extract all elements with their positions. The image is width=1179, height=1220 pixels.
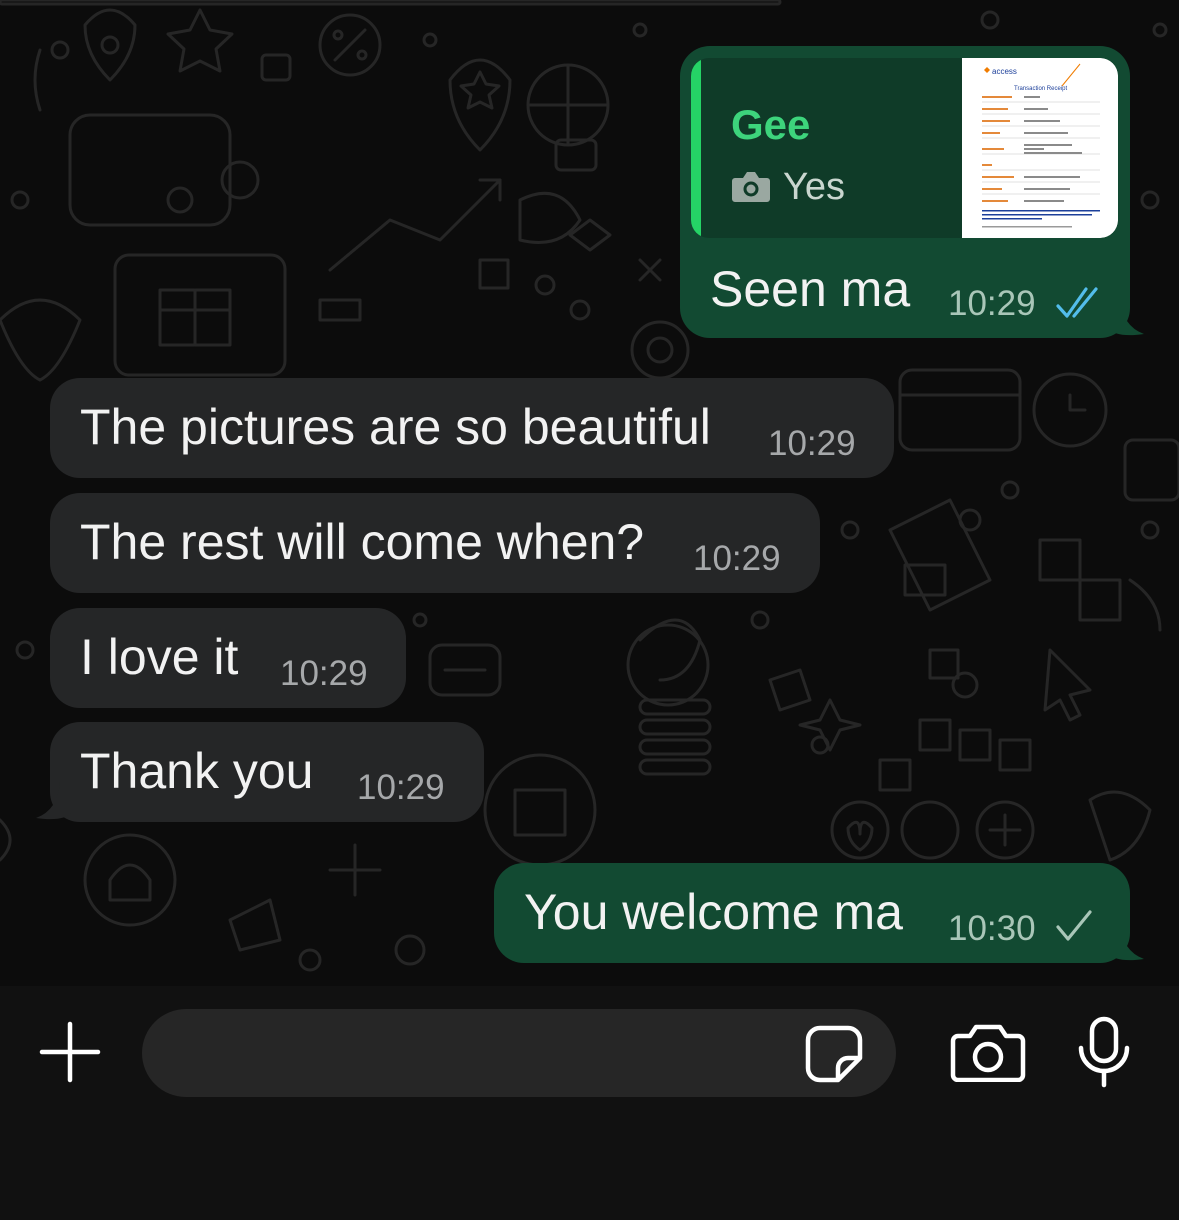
message-time: 10:29 — [693, 539, 781, 578]
thumbnail-brand: access — [992, 67, 1017, 76]
single-check-icon — [1056, 910, 1092, 941]
bubble-tail — [1108, 923, 1144, 961]
double-check-icon — [1056, 287, 1098, 318]
message-time: 10:29 — [948, 284, 1036, 323]
message-text: Seen ma — [710, 261, 911, 317]
message-text: I love it — [80, 629, 239, 685]
incoming-message-bubble[interactable]: The pictures are so beautiful 10:29 — [50, 378, 894, 478]
sticker-icon[interactable] — [804, 1024, 864, 1084]
receipt-thumbnail: access Transaction Receipt — [962, 58, 1118, 238]
outgoing-message-bubble[interactable]: You welcome ma 10:30 — [494, 863, 1130, 963]
bubble-tail — [36, 782, 72, 820]
quote-text: Yes — [783, 166, 845, 208]
chat-background: Gee Yes access Transaction Receipt Seen … — [0, 0, 1179, 986]
incoming-message-bubble[interactable]: The rest will come when? 10:29 — [50, 493, 820, 593]
quoted-reply[interactable]: Gee Yes access Transaction Receipt — [691, 58, 1118, 238]
message-text: Thank you — [80, 743, 314, 799]
camera-icon[interactable] — [950, 1024, 1026, 1082]
message-text: The pictures are so beautiful — [80, 399, 711, 455]
message-input[interactable] — [142, 1009, 896, 1097]
microphone-icon[interactable] — [1076, 1016, 1132, 1088]
message-time: 10:29 — [357, 768, 445, 807]
message-text: The rest will come when? — [80, 514, 645, 570]
outgoing-message-bubble[interactable]: Gee Yes access Transaction Receipt Seen … — [680, 46, 1130, 338]
thumbnail-heading: Transaction Receipt — [1014, 86, 1067, 92]
incoming-message-bubble[interactable]: I love it 10:29 — [50, 608, 406, 708]
bubble-tail — [1108, 298, 1144, 336]
camera-icon — [732, 172, 770, 202]
plus-icon[interactable] — [38, 1020, 102, 1084]
message-time: 10:30 — [948, 909, 1036, 948]
message-text: You welcome ma — [524, 884, 903, 940]
quote-author: Gee — [731, 101, 811, 148]
quote-accent-bar — [691, 58, 701, 238]
incoming-message-bubble[interactable]: Thank you 10:29 — [50, 722, 484, 822]
message-time: 10:29 — [280, 654, 368, 693]
message-time: 10:29 — [768, 424, 856, 463]
